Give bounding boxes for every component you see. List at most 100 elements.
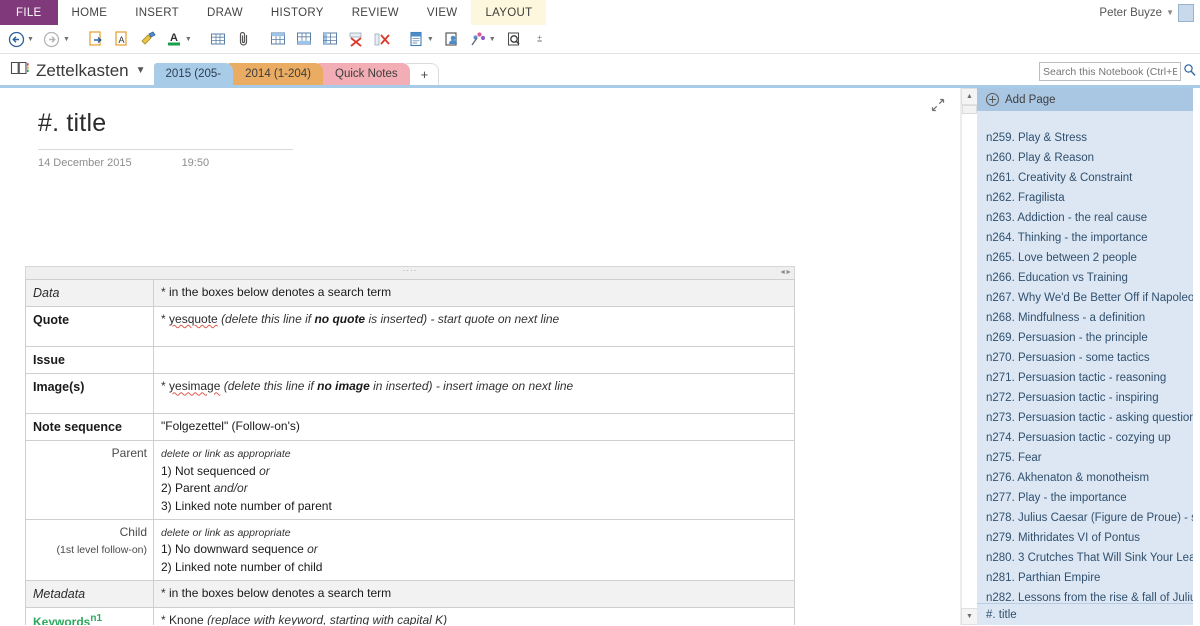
list-item[interactable]: n260. Play & Reason [977, 148, 1200, 168]
list-item[interactable]: n270. Persuasion - some tactics [977, 348, 1200, 368]
row-content[interactable]: * yesimage (delete this line if no image… [153, 373, 795, 415]
tab-insert[interactable]: INSERT [121, 0, 193, 25]
list-item[interactable]: n272. Persuasion tactic - inspiring [977, 388, 1200, 408]
search-input[interactable] [1039, 62, 1181, 81]
page-list-pane: Add Page n259. Play & Stress n260. Play &… [977, 88, 1200, 625]
scrollbar-thumb[interactable] [962, 105, 977, 114]
row-content[interactable] [153, 346, 795, 375]
row-content[interactable]: * Knone (replace with keyword, starting … [153, 607, 795, 625]
table-row: Issue [25, 346, 795, 375]
attach-file-icon[interactable] [232, 27, 256, 51]
back-arrow-icon[interactable]: ▼ [4, 27, 38, 51]
page-canvas[interactable]: #. title 14 December 2015 19:50 ···· ◄► … [0, 88, 960, 625]
list-item[interactable]: n263. Addiction - the real cause [977, 208, 1200, 228]
ribbon-tab-strip: FILE HOME INSERT DRAW HISTORY REVIEW VIEW LAYO… [0, 0, 1200, 25]
resize-handle-icon[interactable]: ◄► [779, 269, 792, 276]
scroll-up-button[interactable]: ▲ [961, 88, 978, 105]
tab-draw[interactable]: DRAW [193, 0, 257, 25]
page-scrollbar[interactable]: ▲ ▼ [960, 88, 978, 625]
notebook-selector[interactable]: Zettelkasten ▼ [0, 60, 154, 85]
list-item[interactable]: n267. Why We'd Be Better Off if Napoleon [977, 288, 1200, 308]
row-label: Keywordsn1 [25, 607, 154, 625]
list-item[interactable]: n259. Play & Stress [977, 128, 1200, 148]
grip-dots: ···· [402, 266, 418, 275]
list-item[interactable]: n275. Fear [977, 448, 1200, 468]
list-item[interactable]: n262. Fragilista [977, 188, 1200, 208]
insert-column-icon[interactable] [318, 27, 342, 51]
page-template-icon[interactable]: ▼ [404, 27, 438, 51]
tab-home[interactable]: HOME [58, 0, 122, 25]
row-label: Data [25, 278, 154, 308]
container-grip-bar[interactable]: ···· ◄► [25, 266, 795, 279]
account-area[interactable]: Peter Buyze ▼ [1099, 0, 1200, 25]
delete-column-icon[interactable] [370, 27, 394, 51]
section-tab-1[interactable]: 2015 (205- [153, 63, 234, 85]
page-setup-icon[interactable] [440, 27, 464, 51]
list-item[interactable]: n277. Play - the importance [977, 488, 1200, 508]
find-icon[interactable] [502, 27, 526, 51]
list-item[interactable]: n266. Education vs Training [977, 268, 1200, 288]
list-item[interactable]: n278. Julius Caesar (Figure de Proue) - … [977, 508, 1200, 528]
list-item[interactable]: n268. Mindfulness - a definition [977, 308, 1200, 328]
row-content[interactable]: * in the boxes below denotes a search te… [153, 278, 795, 308]
notebook-search[interactable] [1039, 62, 1196, 81]
insert-row-above-icon[interactable] [266, 27, 290, 51]
chevron-down-icon[interactable]: ▼ [427, 36, 434, 43]
list-item[interactable]: n269. Persuasion - the principle [977, 328, 1200, 348]
more-commands-icon[interactable]: ⩲ [528, 27, 552, 51]
row-content[interactable]: * yesquote (delete this line if no quote… [153, 306, 795, 348]
list-item[interactable]: n274. Persuasion tactic - cozying up [977, 428, 1200, 448]
list-item[interactable]: n276. Akhenaton & monotheism [977, 468, 1200, 488]
chevron-down-icon[interactable]: ▼ [489, 36, 496, 43]
page-title-block: #. title 14 December 2015 19:50 [0, 88, 960, 169]
row-content[interactable]: delete or link as appropriate 1) No downw… [153, 518, 795, 582]
section-tab-2[interactable]: 2014 (1-204) [227, 63, 323, 85]
delete-row-icon[interactable] [344, 27, 368, 51]
chevron-down-icon[interactable]: ▼ [27, 36, 34, 43]
list-item[interactable]: n261. Creativity & Constraint [977, 168, 1200, 188]
list-item[interactable]: n282. Lessons from the rise & fall of Ju… [977, 588, 1200, 603]
tab-review[interactable]: REVIEW [338, 0, 413, 25]
tags-icon[interactable]: ▼ [466, 27, 500, 51]
tab-file[interactable]: FILE [0, 0, 58, 25]
list-item[interactable]: n271. Persuasion tactic - reasoning [977, 368, 1200, 388]
expand-arrows-icon[interactable] [930, 97, 946, 113]
chevron-down-icon[interactable]: ▼ [136, 65, 146, 76]
list-item[interactable]: n281. Parthian Empire [977, 568, 1200, 588]
format-painter-icon[interactable] [136, 27, 160, 51]
row-content[interactable]: delete or link as appropriate 1) Not sequ… [153, 440, 795, 520]
chevron-down-icon[interactable]: ▼ [185, 36, 192, 43]
insert-row-below-icon[interactable] [292, 27, 316, 51]
page-title[interactable]: #. title [38, 109, 960, 138]
forward-arrow-icon[interactable]: ▼ [40, 27, 74, 51]
avatar[interactable] [1178, 3, 1194, 22]
list-item[interactable]: n273. Persuasion tactic - asking questio… [977, 408, 1200, 428]
scrollbar-track[interactable] [961, 105, 978, 608]
row-label-text: Child [119, 524, 147, 539]
note-container[interactable]: ···· ◄► Data * in the boxes below denotes… [25, 266, 795, 625]
font-color-icon[interactable]: A ▼ [162, 27, 196, 51]
chevron-down-icon[interactable]: ▼ [1166, 8, 1174, 17]
row-label: Issue [25, 346, 154, 375]
row-content[interactable]: "Folgezettel" (Follow-on's) [153, 413, 795, 442]
insert-space-icon[interactable] [84, 27, 108, 51]
insert-text-icon[interactable]: A [110, 27, 134, 51]
note-template-table[interactable]: Data * in the boxes below denotes a searc… [25, 278, 795, 625]
tab-history[interactable]: HISTORY [257, 0, 338, 25]
magnifier-icon[interactable] [1183, 63, 1196, 81]
page-list-current-item[interactable]: #. title [977, 603, 1200, 625]
add-page-button[interactable]: Add Page [977, 88, 1200, 111]
insert-table-icon[interactable] [206, 27, 230, 51]
list-item[interactable]: n264. Thinking - the importance [977, 228, 1200, 248]
row-label: Image(s) [25, 373, 154, 415]
scroll-down-button[interactable]: ▼ [961, 608, 978, 625]
tab-layout[interactable]: LAYOUT [471, 0, 547, 25]
list-item[interactable]: n279. Mithridates VI of Pontus [977, 528, 1200, 548]
row-content[interactable]: * in the boxes below denotes a search te… [153, 580, 795, 609]
section-tab-3[interactable]: Quick Notes [317, 63, 410, 85]
list-item[interactable]: n280. 3 Crutches That Will Sink Your Lea… [977, 548, 1200, 568]
chevron-down-icon[interactable]: ▼ [63, 36, 70, 43]
notebook-header: Zettelkasten ▼ 2015 (205- 2014 (1-204) Qui… [0, 54, 1200, 85]
list-item[interactable]: n265. Love between 2 people [977, 248, 1200, 268]
tab-view[interactable]: VIEW [413, 0, 472, 25]
